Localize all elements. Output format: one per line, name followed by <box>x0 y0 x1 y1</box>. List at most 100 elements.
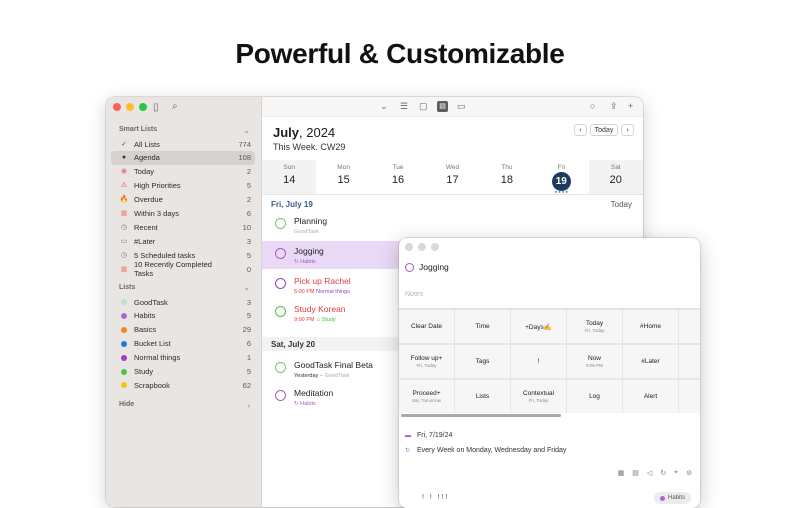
sidebar-item-scrapbook[interactable]: Scrapbook 62 <box>111 378 255 392</box>
sidebar-item-count: 0 <box>246 264 251 274</box>
previous-icon[interactable]: ‹ <box>574 124 587 136</box>
quick-action-button[interactable]: Log <box>567 380 622 413</box>
day-name: Sun <box>283 164 295 171</box>
share-icon[interactable]: ⇪ <box>610 101 618 112</box>
sidebar-item-all-lists[interactable]: ✓ All Lists 774 <box>111 137 255 151</box>
complete-checkbox[interactable] <box>275 278 286 289</box>
day-mon[interactable]: Mon 15 <box>316 160 370 194</box>
sidebar-item-count: 108 <box>238 153 251 163</box>
complete-checkbox[interactable] <box>405 262 414 272</box>
task-detail-panel: Jogging Notes Clear Date Time +Days✍️ Today… <box>399 238 700 508</box>
list-color-dot <box>120 298 128 306</box>
close-button[interactable] <box>405 243 413 251</box>
search-icon[interactable]: ⌕ <box>172 101 178 112</box>
complete-checkbox[interactable] <box>275 218 286 229</box>
sidebar-item-overdue[interactable]: 🔥 Overdue 2 <box>111 193 255 207</box>
day-sat[interactable]: Sat 20 <box>588 160 643 194</box>
sidebar-item-normal-things[interactable]: Normal things 1 <box>111 351 255 365</box>
date-header-today: Today <box>610 200 632 209</box>
quick-action-button[interactable]: Tags <box>455 345 510 378</box>
quick-action-button[interactable]: +30 <box>679 345 700 378</box>
month-view-icon[interactable]: ▭ <box>457 101 466 112</box>
quick-action-label: Time <box>475 323 490 330</box>
sidebar-item-bucket-list[interactable]: Bucket List 6 <box>111 337 255 351</box>
complete-checkbox[interactable] <box>275 362 286 373</box>
detail-title[interactable]: Jogging <box>405 262 449 272</box>
card-icon[interactable]: ▤ <box>632 469 639 477</box>
check-circle-icon: ✓ <box>121 140 127 148</box>
week-view-icon[interactable]: ▤ <box>437 101 448 112</box>
notes-field[interactable]: Notes <box>405 291 423 298</box>
quick-action-button[interactable]: Now 9:06 PM <box>567 345 622 378</box>
sidebar: ▯ ⌕ Smart Lists ⌄ ✓ All Lists 774 ● Agenda 10… <box>106 97 262 507</box>
chevron-down-icon[interactable]: ⌄ <box>380 101 388 112</box>
quick-action-button[interactable]: Alert <box>623 380 678 413</box>
quick-action-button[interactable]: Today Fri, Today <box>567 310 622 343</box>
chevron-down-icon[interactable]: ⌄ <box>243 126 250 135</box>
sidebar-item-within-3-days[interactable]: ▦ Within 3 days 6 <box>111 207 255 221</box>
today-button[interactable]: Today <box>590 124 618 136</box>
sidebar-item-agenda[interactable]: ● Agenda 108 <box>111 150 255 165</box>
day-name: Fri <box>557 164 566 171</box>
quick-action-button[interactable]: Time <box>455 310 510 343</box>
horizontal-scrollbar[interactable] <box>401 414 561 417</box>
day-wed[interactable]: Wed 17 <box>425 160 479 194</box>
quick-action-button[interactable]: +5 <box>679 310 700 343</box>
sidebar-item-label: Study <box>134 367 154 376</box>
complete-checkbox[interactable] <box>275 306 286 317</box>
quick-action-button[interactable]: Contextual Fri, Today <box>511 380 566 413</box>
quick-action-button[interactable]: ! <box>511 345 566 378</box>
sidebar-item-study[interactable]: Study 5 <box>111 365 255 379</box>
calendar-icon: ▬ <box>405 432 411 439</box>
chevron-right-icon[interactable]: › <box>247 401 250 410</box>
sidebar-item-basics[interactable]: Basics 29 <box>111 323 255 337</box>
day-thu[interactable]: Thu 18 <box>480 160 534 194</box>
minimize-button[interactable] <box>418 243 426 251</box>
speaker-icon[interactable]: ◁ <box>647 469 652 477</box>
due-date[interactable]: ▬ Fri, 7/19/24 <box>405 432 452 439</box>
complete-checkbox[interactable] <box>275 390 286 401</box>
repeat-rule[interactable]: ↻ Every Week on Monday, Wednesday and Fri… <box>405 447 566 454</box>
day-fri[interactable]: Fri 19 ● ● ● ● <box>534 160 588 194</box>
sidebar-item-10-recently-completed-tasks[interactable]: ▦ 10 Recently Completed Tasks 0 <box>111 260 255 278</box>
chevron-down-icon[interactable]: ⌄ <box>243 283 250 292</box>
calendar-icon[interactable]: ▦ <box>618 469 625 477</box>
minimize-button[interactable] <box>126 103 134 111</box>
sidebar-item--later[interactable]: ▭ #Later 3 <box>111 234 255 248</box>
location-icon[interactable]: ⌖ <box>674 469 678 477</box>
quick-action-button[interactable]: +Days✍️ <box>511 310 566 343</box>
day-tue[interactable]: Tue 16 <box>371 160 425 194</box>
quick-action-button[interactable]: Lists <box>455 380 510 413</box>
quick-action-label: Today <box>585 320 604 327</box>
zoom-button[interactable] <box>431 243 439 251</box>
task-row[interactable]: Planning GoodTask <box>262 211 643 239</box>
close-button[interactable] <box>113 103 121 111</box>
circle-icon[interactable]: ○ <box>590 101 595 111</box>
sidebar-item-habits[interactable]: Habits 5 <box>111 309 255 323</box>
add-icon[interactable]: + <box>628 101 633 111</box>
sidebar-item-count: 3 <box>246 236 251 246</box>
list-view-icon[interactable]: ☰ <box>400 101 408 112</box>
complete-checkbox[interactable] <box>275 248 286 259</box>
sidebar-item-high-priorities[interactable]: ⚠ High Priorities 5 <box>111 179 255 193</box>
day-view-icon[interactable]: ▢ <box>419 101 428 112</box>
quick-action-button[interactable]: Follow up+ Fri, Today <box>399 345 454 378</box>
quick-action-button[interactable]: #Home <box>623 310 678 343</box>
day-sun[interactable]: Sun 14 <box>262 160 317 194</box>
sidebar-toggle-icon[interactable]: ▯ <box>153 102 159 113</box>
sidebar-item-recent[interactable]: ◷ Recent 10 <box>111 220 255 234</box>
attachment-icon[interactable]: ⊘ <box>686 469 692 477</box>
sidebar-item-label: GoodTask <box>134 297 168 307</box>
quick-action-button[interactable]: #Later <box>623 345 678 378</box>
quick-action-button[interactable]: + <box>679 380 700 413</box>
zoom-button[interactable] <box>139 103 147 111</box>
quick-action-button[interactable]: Proceed+ Sat, Tomorrow <box>399 380 454 413</box>
sidebar-item-goodtask[interactable]: GoodTask 3 <box>111 295 255 309</box>
sidebar-item-today[interactable]: ◉ Today 2 <box>111 165 255 179</box>
day-name: Mon <box>337 164 350 171</box>
quick-action-label: +Days✍️ <box>525 323 552 331</box>
list-tag[interactable]: Habits <box>653 492 691 504</box>
repeat-icon[interactable]: ↻ <box>660 469 666 477</box>
next-icon[interactable]: › <box>621 124 634 136</box>
quick-action-button[interactable]: Clear Date <box>399 310 454 343</box>
